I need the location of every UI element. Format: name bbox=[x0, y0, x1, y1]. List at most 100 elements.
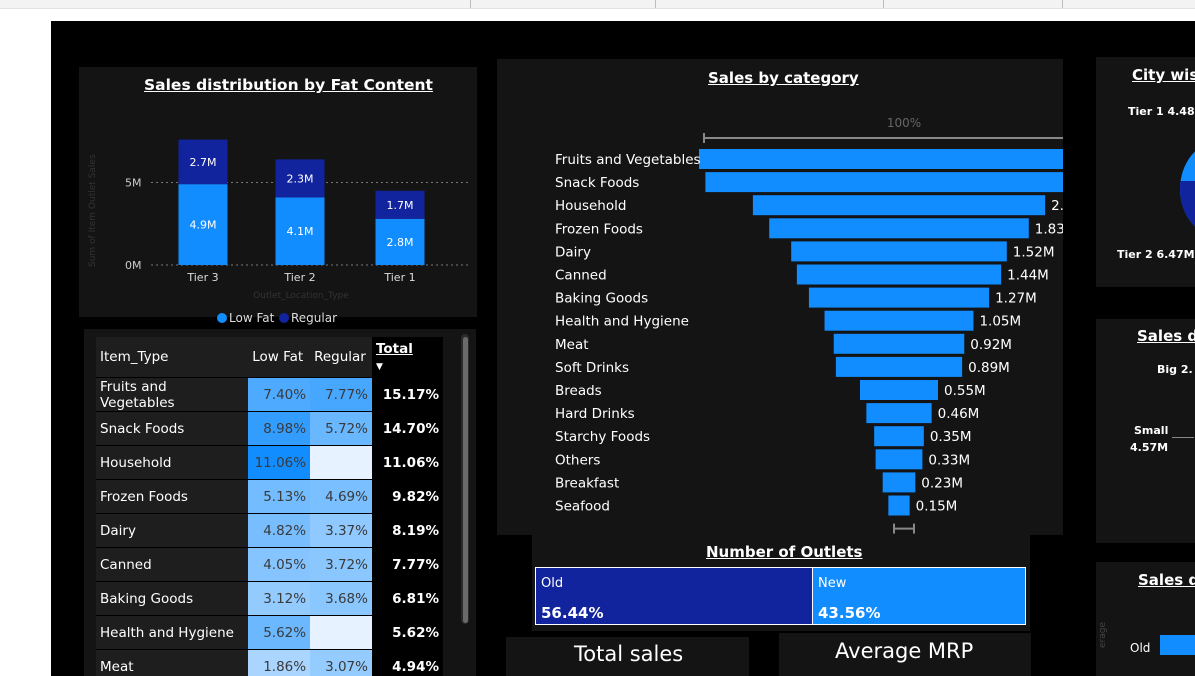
item-type-cell: Household bbox=[96, 445, 249, 480]
total-cell: 5.62% bbox=[371, 615, 443, 650]
category-bar bbox=[833, 333, 965, 354]
table-header-row: Item_Type Low Fat Regular Total ▼ bbox=[96, 337, 443, 378]
category-bar bbox=[808, 287, 990, 308]
x-tick-label: Tier 1 bbox=[383, 271, 415, 284]
regular-cell: 5.72% bbox=[310, 411, 372, 446]
category-data-label: 0.92M bbox=[970, 337, 1012, 353]
item-type-matrix: Item_Type Low Fat Regular Total ▼ Fruits… bbox=[96, 337, 443, 676]
small-value: 4.57M bbox=[1130, 441, 1169, 454]
category-bar bbox=[824, 310, 974, 331]
total-cell: 7.77% bbox=[371, 547, 443, 582]
category-data-label: 1.52M bbox=[1013, 244, 1055, 260]
category-label: Fruits and Vegetables bbox=[555, 152, 701, 168]
item-type-cell: Dairy bbox=[96, 513, 249, 548]
total-cell: 4.94% bbox=[371, 649, 443, 676]
old-outlet-bar[interactable] bbox=[1160, 635, 1195, 655]
regular-data-label: 1.7M bbox=[387, 199, 414, 212]
tier1-label: Tier 1 4.48 bbox=[1128, 105, 1195, 118]
outlet-new-label: New bbox=[818, 576, 847, 591]
category-data-label: 0.15M bbox=[916, 499, 958, 515]
category-label: Hard Drinks bbox=[555, 406, 635, 422]
table-row[interactable]: Baking Goods 3.12% 3.68% 6.81% bbox=[96, 581, 443, 616]
item-type-cell: Baking Goods bbox=[96, 581, 249, 616]
header-low-fat[interactable]: Low Fat bbox=[248, 337, 311, 378]
category-label: Baking Goods bbox=[555, 291, 648, 307]
legend-regular-marker bbox=[279, 313, 289, 323]
total-cell: 11.06% bbox=[371, 445, 443, 480]
category-label: Meat bbox=[555, 337, 589, 353]
low-fat-data-label: 2.8M bbox=[387, 236, 414, 249]
table-row[interactable]: Canned 4.05% 3.72% 7.77% bbox=[96, 547, 443, 582]
city-donut-slice-dark bbox=[1180, 181, 1195, 231]
average-mrp-title: Average MRP bbox=[835, 639, 974, 663]
size-leader-line bbox=[1172, 437, 1194, 438]
sort-desc-icon: ▼ bbox=[375, 362, 383, 372]
category-data-label: 0.35M bbox=[930, 429, 972, 445]
category-label: Dairy bbox=[555, 244, 591, 260]
x-tick-label: Tier 3 bbox=[186, 271, 218, 284]
outlet-old-value: 56.44% bbox=[541, 604, 604, 622]
regular-cell: 3.07% bbox=[310, 649, 372, 676]
table-row[interactable]: Meat 1.86% 3.07% 4.94% bbox=[96, 649, 443, 676]
header-regular[interactable]: Regular bbox=[310, 337, 372, 378]
category-label: Breakfast bbox=[555, 475, 619, 491]
total-sales-title: Total sales bbox=[574, 642, 684, 666]
total-cell: 8.19% bbox=[371, 513, 443, 548]
low-fat-cell: 3.12% bbox=[248, 581, 311, 616]
category-bar bbox=[882, 472, 916, 493]
regular-cell: 3.37% bbox=[310, 513, 372, 548]
category-bar bbox=[874, 426, 924, 447]
table-row[interactable]: Fruits and Vegetables 7.40% 7.77% 15.17% bbox=[96, 377, 443, 412]
category-label: Others bbox=[555, 452, 600, 468]
category-bar bbox=[875, 449, 923, 470]
category-bar bbox=[705, 172, 1063, 193]
category-label: Health and Hygiene bbox=[555, 314, 689, 330]
table-row[interactable]: Health and Hygiene 5.62% 5.62% bbox=[96, 615, 443, 650]
outlet-old-tile[interactable]: Old 56.44% bbox=[535, 567, 813, 625]
low-fat-cell: 5.13% bbox=[248, 479, 311, 514]
category-data-label: 1.05M bbox=[979, 314, 1021, 330]
table-row[interactable]: Frozen Foods 5.13% 4.69% 9.82% bbox=[96, 479, 443, 514]
category-bar bbox=[888, 495, 910, 516]
category-data-label: 0.33M bbox=[928, 452, 970, 468]
small-label: Small bbox=[1134, 424, 1169, 437]
sales-outlet-title: Sales d bbox=[1138, 571, 1195, 589]
total-cell: 14.70% bbox=[371, 411, 443, 446]
table-scroll-thumb[interactable] bbox=[463, 337, 468, 623]
y-tick-label: 0M bbox=[125, 259, 142, 272]
regular-data-label: 2.7M bbox=[190, 156, 217, 169]
category-bar bbox=[796, 264, 1002, 285]
low-fat-cell: 5.62% bbox=[248, 615, 311, 650]
regular-cell bbox=[310, 615, 372, 650]
table-row[interactable]: Household 11.06% 11.06% bbox=[96, 445, 443, 480]
low-fat-cell: 7.40% bbox=[248, 377, 311, 412]
category-data-label: 0.55M bbox=[944, 383, 986, 399]
low-fat-cell: 1.86% bbox=[248, 649, 311, 676]
category-data-label: 1.27M bbox=[995, 291, 1037, 307]
category-bar bbox=[769, 218, 1029, 239]
item-type-cell: Canned bbox=[96, 547, 249, 582]
browser-top-strip bbox=[0, 0, 1195, 9]
header-item-type[interactable]: Item_Type bbox=[96, 337, 249, 378]
category-funnel-chart[interactable]: 100% Fruits and Vegetables Snack Foods Hous… bbox=[497, 67, 1063, 537]
low-fat-data-label: 4.9M bbox=[190, 219, 217, 232]
header-total[interactable]: Total ▼ bbox=[371, 337, 443, 378]
outlet-new-tile[interactable]: New 43.56% bbox=[812, 567, 1026, 625]
table-row[interactable]: Snack Foods 8.98% 5.72% 14.70% bbox=[96, 411, 443, 446]
fat-content-chart[interactable]: 5M 0M Sum of Item Outlet Sales 4.9M 2.7M Tier… bbox=[79, 67, 479, 329]
category-bar bbox=[866, 403, 932, 424]
dashboard-canvas: Sales distribution by Fat Content 5M 0M Su… bbox=[51, 21, 1195, 676]
y-axis-title: Sum of Item Outlet Sales bbox=[88, 154, 98, 267]
low-fat-cell: 8.98% bbox=[248, 411, 311, 446]
low-fat-data-label: 4.1M bbox=[287, 225, 314, 238]
category-data-label: 1.83M bbox=[1035, 221, 1063, 237]
outlet-size-title: Sales d bbox=[1137, 327, 1195, 345]
item-type-cell: Fruits and Vegetables bbox=[96, 377, 249, 412]
category-data-label: 0.46M bbox=[938, 406, 980, 422]
regular-cell bbox=[310, 445, 372, 480]
item-type-cell: Snack Foods bbox=[96, 411, 249, 446]
category-bar bbox=[791, 241, 1007, 262]
header-total-label: Total bbox=[375, 341, 413, 357]
table-row[interactable]: Dairy 4.82% 3.37% 8.19% bbox=[96, 513, 443, 548]
funnel-top-percent: 100% bbox=[887, 116, 921, 130]
